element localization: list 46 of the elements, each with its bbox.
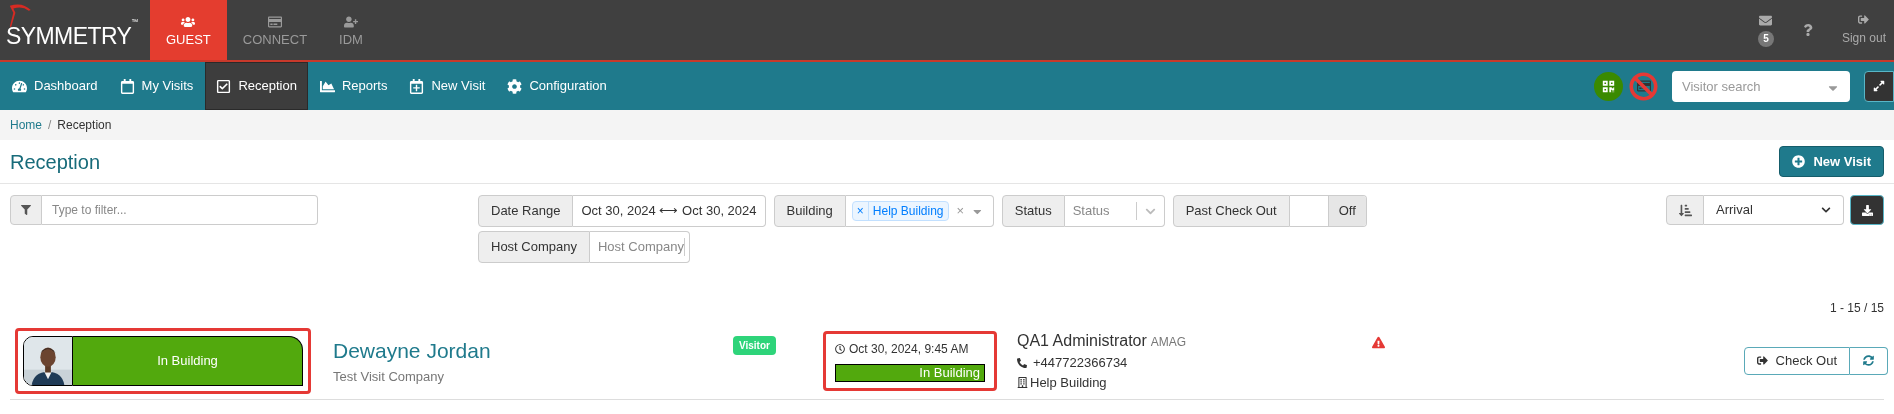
- nav-tab[interactable]: My Visits: [109, 62, 204, 110]
- filter-label: Past Check Out: [1172, 195, 1290, 227]
- select-field[interactable]: Status: [1064, 195, 1165, 227]
- building-select[interactable]: × Help Building ×: [845, 195, 994, 227]
- nav-tab[interactable]: Reports: [309, 62, 398, 110]
- clear-button[interactable]: ×: [956, 201, 965, 221]
- visit-type-badge: Visitor: [733, 336, 776, 355]
- select-placeholder: Status: [1072, 202, 1110, 221]
- nav-tab[interactable]: Reception: [205, 62, 308, 110]
- app-tab[interactable]: GUEST: [150, 0, 227, 60]
- toggle-state: Off: [1327, 196, 1366, 226]
- filter-label: Building: [773, 195, 846, 227]
- nav-tab[interactable]: Dashboard: [2, 62, 108, 110]
- sort-select[interactable]: Arrival: [1704, 195, 1844, 225]
- tag-label: Help Building: [871, 203, 945, 220]
- arrival-time: Oct 30, 2024, 9:45 AM: [849, 340, 969, 358]
- app-tab[interactable]: CONNECT: [226, 0, 324, 60]
- host-company: AMAG: [1150, 334, 1187, 351]
- filter-label: Status: [1001, 195, 1065, 227]
- status-bar: In Building: [73, 335, 303, 386]
- page-title: Reception: [10, 149, 101, 175]
- nav-tab[interactable]: Configuration: [497, 62, 617, 110]
- toggle-switch[interactable]: Off: [1289, 195, 1367, 227]
- status-label: In Building: [835, 363, 985, 382]
- remove-tag-button[interactable]: ×: [852, 202, 869, 220]
- mail-count-badge: 5: [1757, 30, 1774, 47]
- app-tab[interactable]: IDM: [323, 0, 379, 60]
- check-out-button[interactable]: Check Out: [1743, 346, 1850, 375]
- host-name: QA1 Administrator: [1017, 331, 1147, 351]
- visitor-name[interactable]: Dewayne Jordan: [333, 335, 663, 367]
- sign-out-button[interactable]: Sign out: [1841, 13, 1886, 47]
- breadcrumb-separator: /: [48, 117, 52, 134]
- visitor-company: Test Visit Company: [333, 367, 446, 386]
- filter-field[interactable]: Type to filter...: [42, 195, 318, 225]
- filter-label: Date Range: [478, 195, 574, 227]
- nav-tab[interactable]: New Visit: [399, 62, 496, 110]
- pagination-text: 1 - 15 / 15: [1829, 300, 1884, 317]
- new-visit-button[interactable]: New Visit: [1779, 146, 1884, 177]
- visitor-search-field[interactable]: Visitor search: [1672, 70, 1850, 102]
- filter-label: Host Company: [478, 231, 590, 263]
- select-field[interactable]: Host Company: [590, 231, 690, 263]
- building-name: Help Building: [1030, 373, 1107, 392]
- breadcrumb-link[interactable]: Home: [10, 116, 42, 134]
- host-phone: +447722366734: [1033, 354, 1128, 372]
- select-placeholder: Host Company: [598, 238, 684, 257]
- date-range-field[interactable]: Oct 30, 2024 ⟷ Oct 30, 2024: [573, 195, 766, 227]
